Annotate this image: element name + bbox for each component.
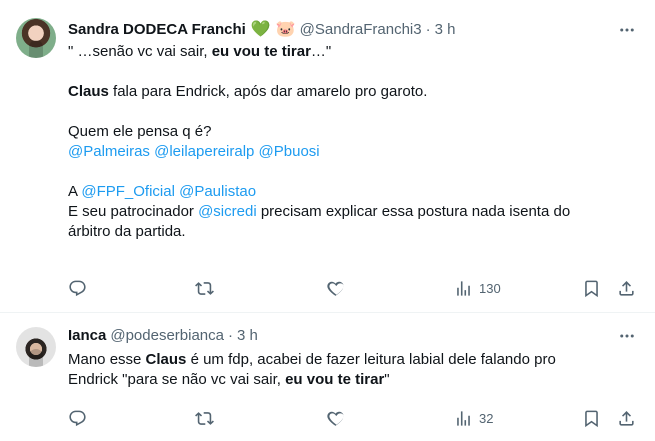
bookmark-icon (585, 280, 598, 297)
green-heart-emoji: 💚 (250, 21, 271, 38)
mention-link[interactable]: @FPF_Oficial (81, 183, 175, 200)
timestamp[interactable]: 3 h (435, 20, 456, 40)
tweet-header: Sandra DODECA Franchi 💚 🐷 @SandraFranchi… (68, 20, 455, 40)
share-button[interactable] (617, 408, 636, 428)
text-segment: é um fdp, acabei de fazer leitura labial… (186, 351, 556, 368)
text-segment: fala para Endrick, após dar amarelo pro … (108, 83, 428, 100)
text-segment: Mano esse (68, 351, 146, 368)
text-bold: eu vou te tirar (285, 371, 385, 388)
retweet-button[interactable] (195, 278, 214, 298)
reply-button[interactable] (68, 278, 87, 298)
author-handle[interactable]: @SandraFranchi3 (300, 20, 422, 40)
text-bold: Claus (68, 83, 109, 100)
avatar[interactable] (16, 327, 56, 367)
tweet[interactable]: Sandra DODECA Franchi 💚 🐷 @SandraFranchi… (0, 0, 655, 313)
timestamp[interactable]: 3 h (237, 326, 258, 346)
mention-link[interactable]: @Palmeiras (68, 143, 150, 160)
share-button[interactable] (617, 278, 636, 298)
text-bold: Claus (145, 351, 187, 368)
text-segment: E seu patrocinador (68, 203, 199, 220)
action-bar: 32 (68, 408, 643, 428)
bookmark-icon (585, 410, 598, 427)
more-horizontal-icon (620, 334, 634, 338)
more-horizontal-icon (620, 28, 634, 32)
like-button[interactable] (327, 408, 346, 428)
separator-dot: · (425, 21, 431, 38)
tweet-header: Ianca @podeserbianca · 3 h (68, 326, 258, 346)
action-bar: 130 (68, 278, 643, 298)
separator-dot: · (228, 327, 233, 344)
timeline: Sandra DODECA Franchi 💚 🐷 @SandraFranchi… (0, 0, 655, 441)
tweet-text: Mano esse Claus é um fdp, acabei de faze… (68, 350, 638, 390)
views-button[interactable]: 32 (454, 408, 493, 428)
like-button[interactable] (327, 278, 346, 298)
reply-button[interactable] (68, 408, 87, 428)
text-segment: precisam explicar essa postura nada isen… (256, 203, 571, 220)
text-segment: " …senão vc vai sair, (68, 43, 212, 60)
retweet-button[interactable] (195, 408, 214, 428)
bookmark-button[interactable] (582, 278, 601, 298)
views-chart-icon (457, 280, 470, 296)
retweet-icon (195, 411, 214, 425)
mention-link[interactable]: @leilapereiralp (154, 143, 254, 160)
heart-icon (327, 281, 344, 296)
tweet-text: " …senão vc vai sair, eu vou te tirar…" … (68, 42, 638, 242)
reply-icon (69, 410, 86, 426)
author-handle[interactable]: @podeserbianca (110, 326, 224, 346)
reply-icon (69, 280, 86, 296)
mention-link[interactable]: @Pbuosi (259, 143, 320, 160)
pig-emoji: 🐷 (275, 21, 296, 38)
bookmark-button[interactable] (582, 408, 601, 428)
more-options-button[interactable] (617, 20, 637, 40)
author-name[interactable]: Ianca (68, 326, 106, 346)
views-button[interactable]: 130 (454, 278, 501, 298)
retweet-icon (195, 281, 214, 295)
text-segment: Quem ele pensa q é? (68, 123, 212, 140)
more-options-button[interactable] (617, 326, 637, 346)
text-segment: A (68, 183, 82, 200)
heart-icon (327, 411, 344, 426)
views-chart-icon (457, 410, 470, 426)
view-count: 32 (479, 410, 494, 426)
text-bold: eu vou te tirar (211, 43, 311, 60)
mention-link[interactable]: @Paulistao (179, 183, 256, 200)
author-name[interactable]: Sandra DODECA Franchi (68, 20, 246, 40)
text-segment: …" (310, 43, 332, 60)
share-icon (619, 410, 634, 426)
tweet[interactable]: Ianca @podeserbianca · 3 h Mano esse Cla… (0, 313, 655, 441)
avatar[interactable] (16, 18, 56, 58)
text-segment: Endrick "para se não vc vai sair, (68, 371, 286, 388)
text-segment: árbitro da partida. (68, 223, 186, 240)
view-count: 130 (479, 280, 501, 296)
mention-link[interactable]: @sicredi (198, 203, 257, 220)
share-icon (619, 280, 634, 296)
text-segment: " (384, 371, 390, 388)
